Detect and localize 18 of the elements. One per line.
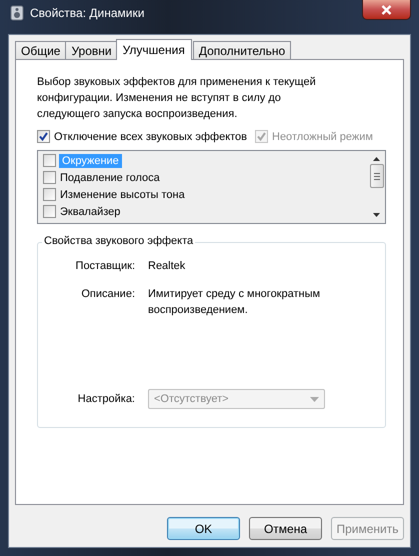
field-label: Поставщик: xyxy=(74,259,135,274)
window-title: Свойства: Динамики xyxy=(30,6,144,22)
checkbox-label[interactable]: Эквалайзер xyxy=(60,206,120,218)
tab[interactable]: Уровни xyxy=(65,41,118,59)
dialog-button[interactable]: OK xyxy=(167,517,240,540)
field-label: Настройка: xyxy=(76,392,135,407)
description-text: Выбор звуковых эффектов для применения к текущей конфигурации. Изменения не вступят в силу до следующего запуска воспроизведения. xyxy=(37,75,317,122)
checkbox-label[interactable]: Отключение всех звуковых эффектов xyxy=(54,130,247,142)
field-label: Описание: xyxy=(80,287,135,302)
group-title: Свойства звукового эффекта xyxy=(42,235,196,247)
field-value: Realtek xyxy=(148,259,186,274)
checkbox-label[interactable]: Изменение высоты тона xyxy=(60,188,185,200)
tab[interactable]: Общие xyxy=(15,41,66,59)
tab[interactable]: Улучшения xyxy=(116,39,192,60)
checkbox-label[interactable]: Подавление голоса xyxy=(60,172,160,184)
tab[interactable]: Дополнительно xyxy=(192,41,292,59)
field-value: Имитирует среду с многократным воспроизведением. xyxy=(148,287,322,318)
dialog-button[interactable]: Отмена xyxy=(249,517,322,540)
